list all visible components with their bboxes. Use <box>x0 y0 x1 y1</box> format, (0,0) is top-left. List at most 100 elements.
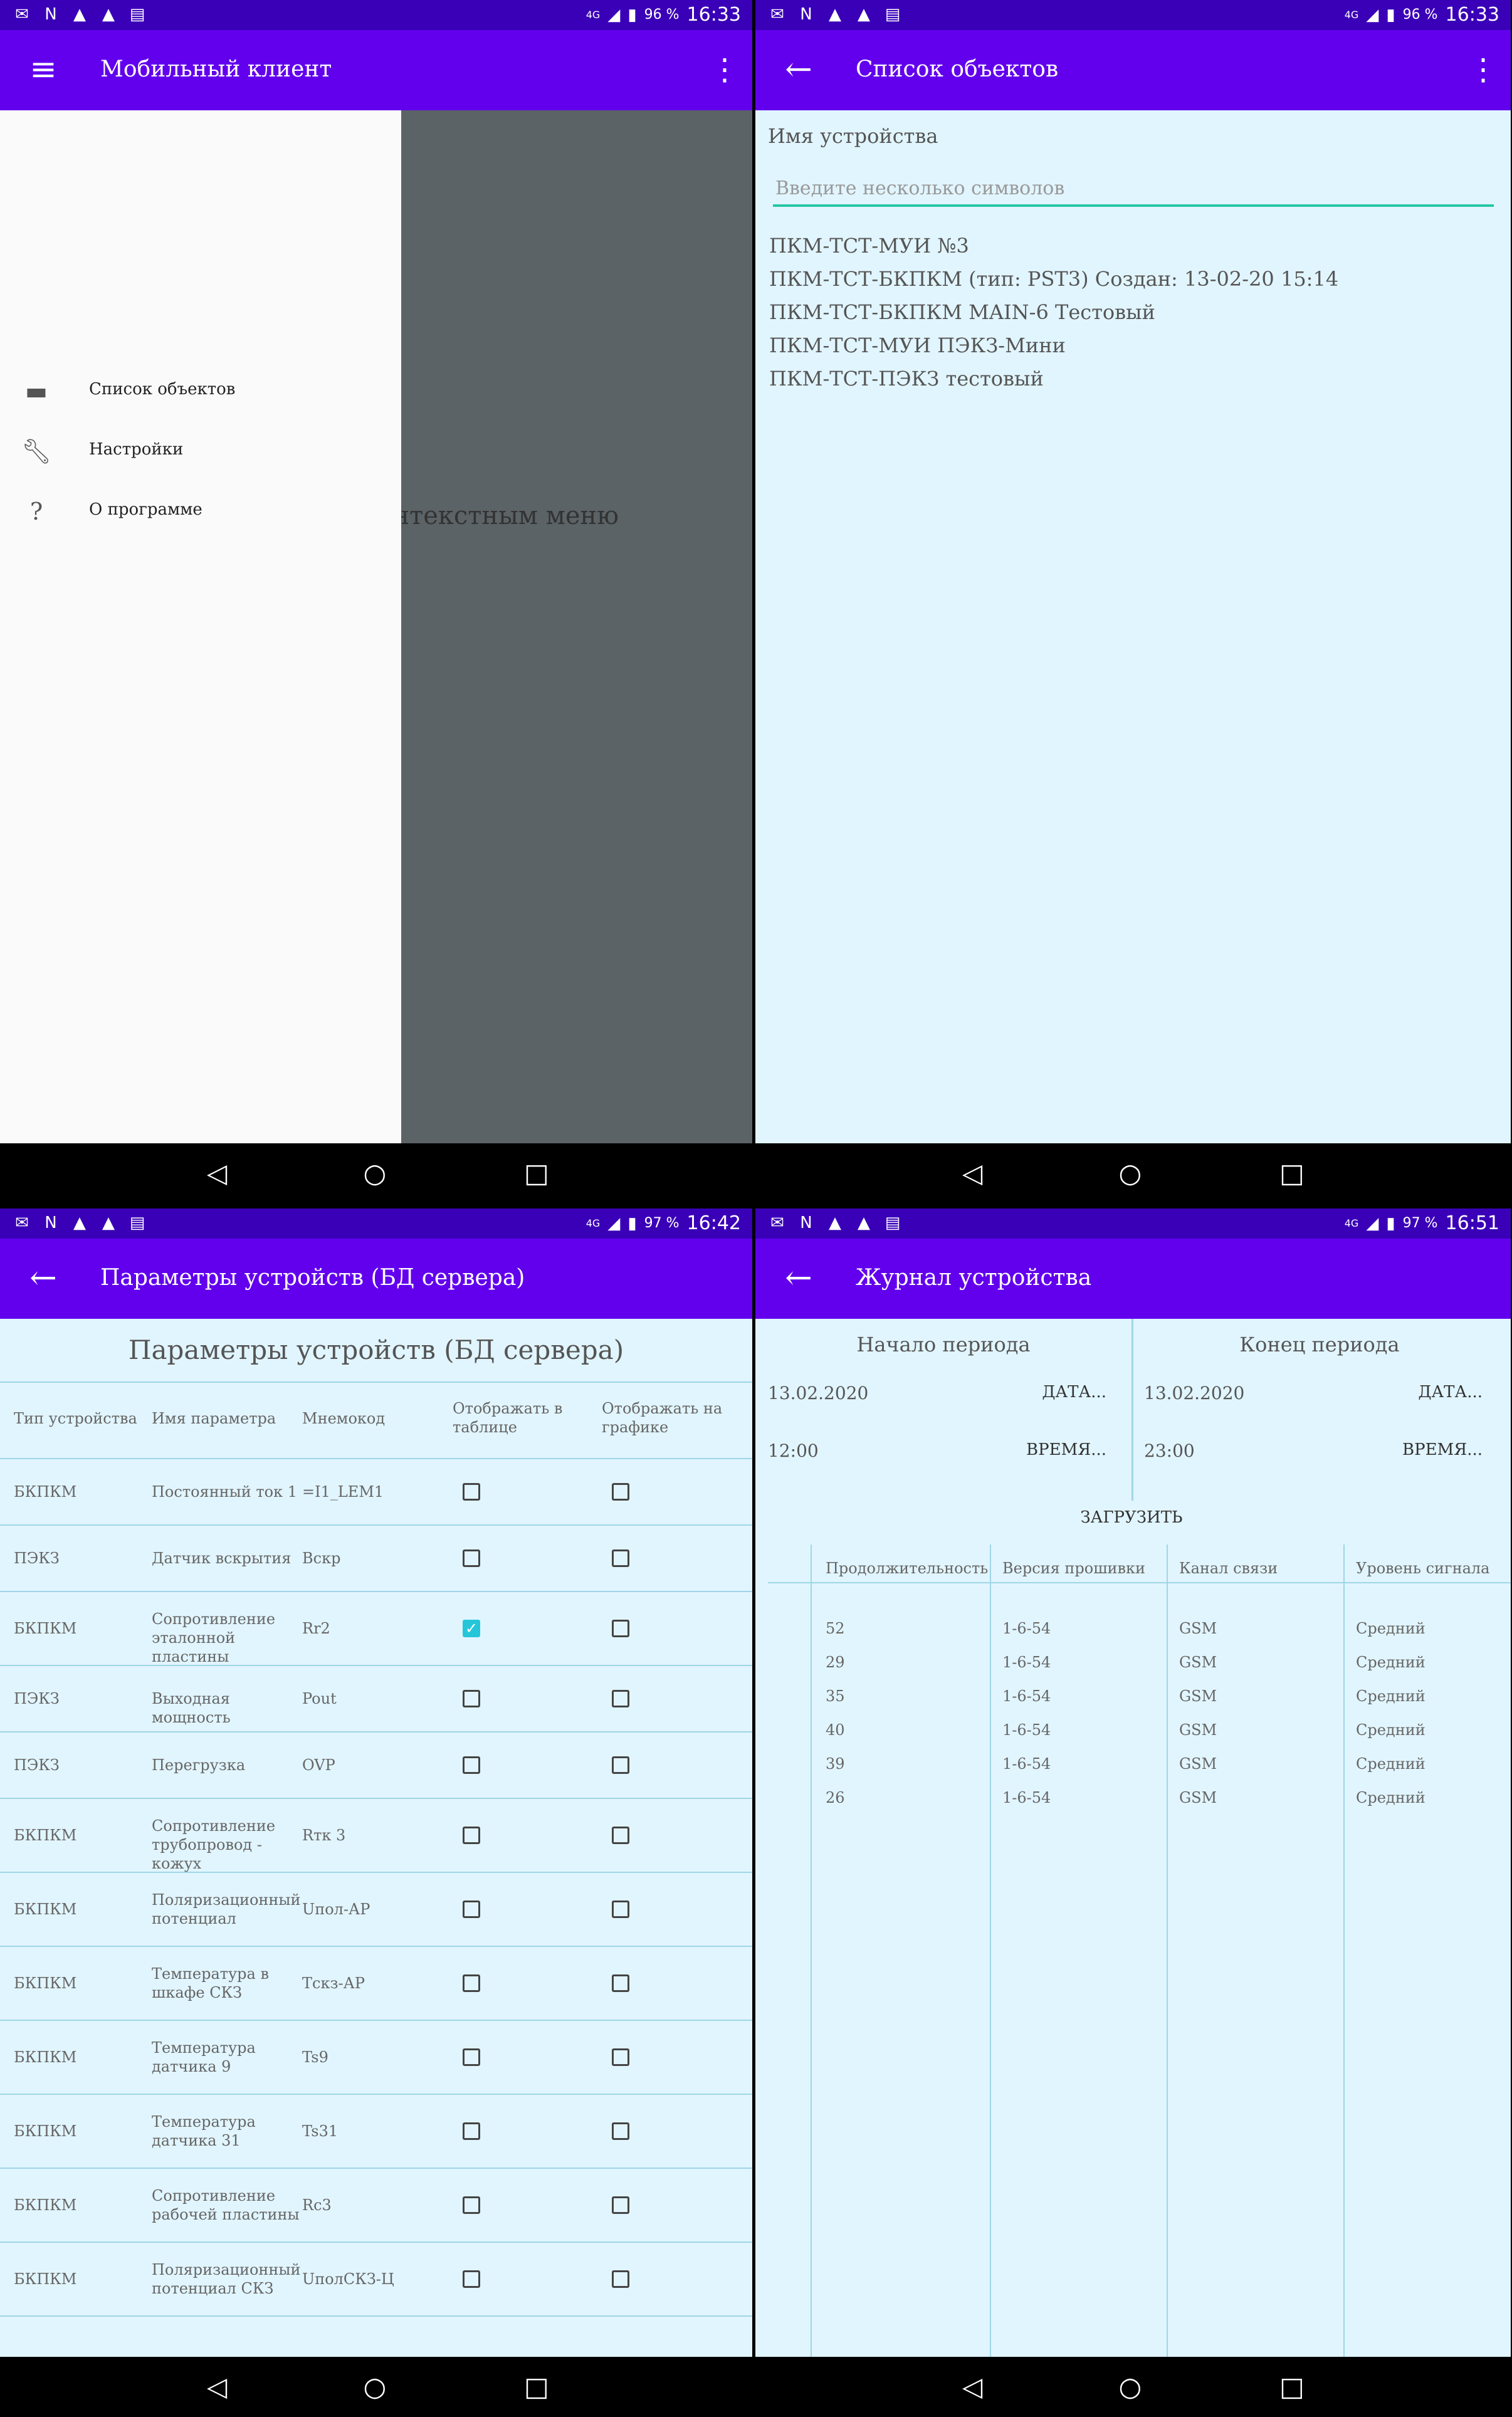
recent-apps-icon[interactable]: □ <box>1274 1156 1310 1191</box>
column-header: Мнемокод <box>302 1410 386 1427</box>
screen-title: Параметры устройств (БД сервера) <box>100 1265 525 1291</box>
hamburger-menu-icon[interactable]: ≡ <box>26 53 60 87</box>
device-type-cell: БКПКМ <box>14 2048 77 2066</box>
show-in-table-checkbox[interactable] <box>463 1549 480 1567</box>
back-icon[interactable]: ◁ <box>955 2369 990 2404</box>
parameter-name-cell: Сопротивление рабочей пластины <box>152 2187 300 2223</box>
clock: 16:33 <box>686 4 741 26</box>
warning-icon: ▲ <box>73 5 86 24</box>
drawer-item-settings[interactable]: 🔧︎ Настройки <box>19 426 382 476</box>
app-bar: ← Список объектов ⋮ <box>755 30 1511 110</box>
signal-icon: ◢ <box>1366 5 1379 24</box>
parameter-name-cell: Температура датчика 9 <box>152 2039 256 2075</box>
log-content: Начало периода 13.02.2020 ДАТА... 12:00 … <box>755 1319 1511 2357</box>
table-row: БКПКМ Сопротивление рабочей пластины Rс3 <box>0 2169 752 2243</box>
network-label: 4G <box>585 9 601 21</box>
device-list-item[interactable]: ПКМ-ТСТ-МУИ ПЭКЗ-Мини <box>769 329 1338 362</box>
battery-icon: ▮ <box>1386 1214 1395 1233</box>
show-in-table-checkbox[interactable] <box>463 1974 480 1992</box>
duration-cell: 39 <box>826 1755 845 1773</box>
show-on-chart-checkbox[interactable] <box>612 1483 629 1501</box>
back-arrow-icon[interactable]: ← <box>782 53 816 87</box>
signal-icon: ◢ <box>607 5 621 24</box>
show-on-chart-checkbox[interactable] <box>612 1901 629 1918</box>
back-icon[interactable]: ◁ <box>199 2369 234 2404</box>
mnemocode-cell: Rс3 <box>302 2196 332 2214</box>
show-in-table-checkbox[interactable]: ✓ <box>463 1620 480 1637</box>
warning-icon: ▲ <box>829 5 841 24</box>
drawer-item-object-list[interactable]: ▬ Список объектов <box>19 366 382 416</box>
back-icon[interactable]: ◁ <box>955 1156 990 1191</box>
recent-apps-icon[interactable]: □ <box>519 1156 554 1191</box>
recent-apps-icon[interactable]: □ <box>1274 2369 1310 2404</box>
show-on-chart-checkbox[interactable] <box>612 2122 629 2140</box>
parameter-name-cell: Сопротивление трубопровод - кожух <box>152 1817 276 1872</box>
recent-apps-icon[interactable]: □ <box>519 2369 554 2404</box>
table-header-row: Тип устройства Имя параметра Мнемокод От… <box>0 1383 752 1459</box>
show-in-table-checkbox[interactable] <box>463 2196 480 2214</box>
mail-icon: ✉ <box>770 5 784 24</box>
screen-device-log: ✉ N ▲ ▲ ▤ 4G ◢ ▮ 97 % 16:51 ← Журнал уст… <box>755 1208 1511 2417</box>
battery-percent: 96 % <box>1402 7 1438 23</box>
firmware-cell: 1-6-54 <box>1002 1620 1051 1637</box>
device-list-item[interactable]: ПКМ-ТСТ-ПЭКЗ тестовый <box>769 362 1338 396</box>
show-on-chart-checkbox[interactable] <box>612 2270 629 2288</box>
duration-cell: 26 <box>826 1789 845 1806</box>
device-list-item[interactable]: ПКМ-ТСТ-БКПКМ (тип: PST3) Создан: 13-02-… <box>769 263 1338 296</box>
back-arrow-icon[interactable]: ← <box>26 1261 60 1295</box>
device-list-item[interactable]: ПКМ-ТСТ-БКПКМ MAIN-6 Тестовый <box>769 296 1338 329</box>
show-in-table-checkbox[interactable] <box>463 1827 480 1844</box>
duration-cell: 29 <box>826 1654 845 1671</box>
back-arrow-icon[interactable]: ← <box>782 1261 816 1295</box>
app-title: Мобильный клиент <box>100 56 332 82</box>
signal-icon: ◢ <box>1366 1214 1379 1233</box>
duration-cell: 40 <box>826 1721 845 1739</box>
screen-object-list: ✉ N ▲ ▲ ▤ 4G ◢ ▮ 96 % 16:33 ← Список объ… <box>755 0 1511 1203</box>
show-in-table-checkbox[interactable] <box>463 1901 480 1918</box>
show-on-chart-checkbox[interactable] <box>612 1620 629 1637</box>
warning-icon: ▲ <box>858 1214 870 1232</box>
home-icon[interactable]: ○ <box>1113 1156 1148 1191</box>
mnemocode-cell: UполСКЗ-Ц <box>302 2270 394 2288</box>
show-on-chart-checkbox[interactable] <box>612 1549 629 1567</box>
device-type-cell: БКПКМ <box>14 1483 77 1501</box>
show-in-table-checkbox[interactable] <box>463 1756 480 1774</box>
show-in-table-checkbox[interactable] <box>463 1483 480 1501</box>
drawer-item-about[interactable]: ? О программе <box>19 486 382 537</box>
device-list: ПКМ-ТСТ-МУИ №3 ПКМ-ТСТ-БКПКМ (тип: PST3)… <box>769 229 1338 396</box>
show-on-chart-checkbox[interactable] <box>612 2048 629 2066</box>
table-row: БКПКМ Сопротивление эталонной пластины Rr2… <box>0 1592 752 1666</box>
home-icon[interactable]: ○ <box>357 2369 392 2404</box>
show-in-table-checkbox[interactable] <box>463 2048 480 2066</box>
device-list-item[interactable]: ПКМ-ТСТ-МУИ №3 <box>769 229 1338 263</box>
device-type-cell: ПЭКЗ <box>14 1549 60 1567</box>
mnemocode-cell: Uпол-АР <box>302 1901 370 1918</box>
parameter-name-cell: Выходная мощность <box>152 1690 231 1726</box>
show-in-table-checkbox[interactable] <box>463 2122 480 2140</box>
status-bar: ✉ N ▲ ▲ ▤ 4G ◢ ▮ 97 % 16:42 <box>0 1208 752 1239</box>
device-type-cell: ПЭКЗ <box>14 1690 60 1707</box>
show-on-chart-checkbox[interactable] <box>612 1690 629 1707</box>
home-icon[interactable]: ○ <box>1113 2369 1148 2404</box>
more-options-icon[interactable]: ⋮ <box>710 53 740 87</box>
show-in-table-checkbox[interactable] <box>463 2270 480 2288</box>
more-options-icon[interactable]: ⋮ <box>1468 53 1498 87</box>
header-divider <box>768 1582 1511 1583</box>
app-bar: ≡ Мобильный клиент ⋮ <box>0 30 752 110</box>
screen-device-parameters: ✉ N ▲ ▲ ▤ 4G ◢ ▮ 97 % 16:42 ← Параметры … <box>0 1208 752 2417</box>
home-icon[interactable]: ○ <box>357 1156 392 1191</box>
back-icon[interactable]: ◁ <box>199 1156 234 1191</box>
device-search-input[interactable] <box>773 172 1494 207</box>
drawer-scrim[interactable] <box>401 110 752 1143</box>
show-on-chart-checkbox[interactable] <box>612 1974 629 1992</box>
status-bar: ✉ N ▲ ▲ ▤ 4G ◢ ▮ 96 % 16:33 <box>0 0 752 30</box>
show-on-chart-checkbox[interactable] <box>612 2196 629 2214</box>
show-on-chart-checkbox[interactable] <box>612 1827 629 1844</box>
show-in-table-checkbox[interactable] <box>463 1690 480 1707</box>
warning-icon: ▲ <box>858 5 870 24</box>
show-on-chart-checkbox[interactable] <box>612 1756 629 1774</box>
parameter-name-cell: Температура в шкафе СКЗ <box>152 1965 269 2001</box>
firmware-cell: 1-6-54 <box>1002 1755 1051 1773</box>
mnemocode-cell: =I1_LEM1 <box>302 1483 384 1501</box>
news-icon: ▤ <box>885 5 901 24</box>
